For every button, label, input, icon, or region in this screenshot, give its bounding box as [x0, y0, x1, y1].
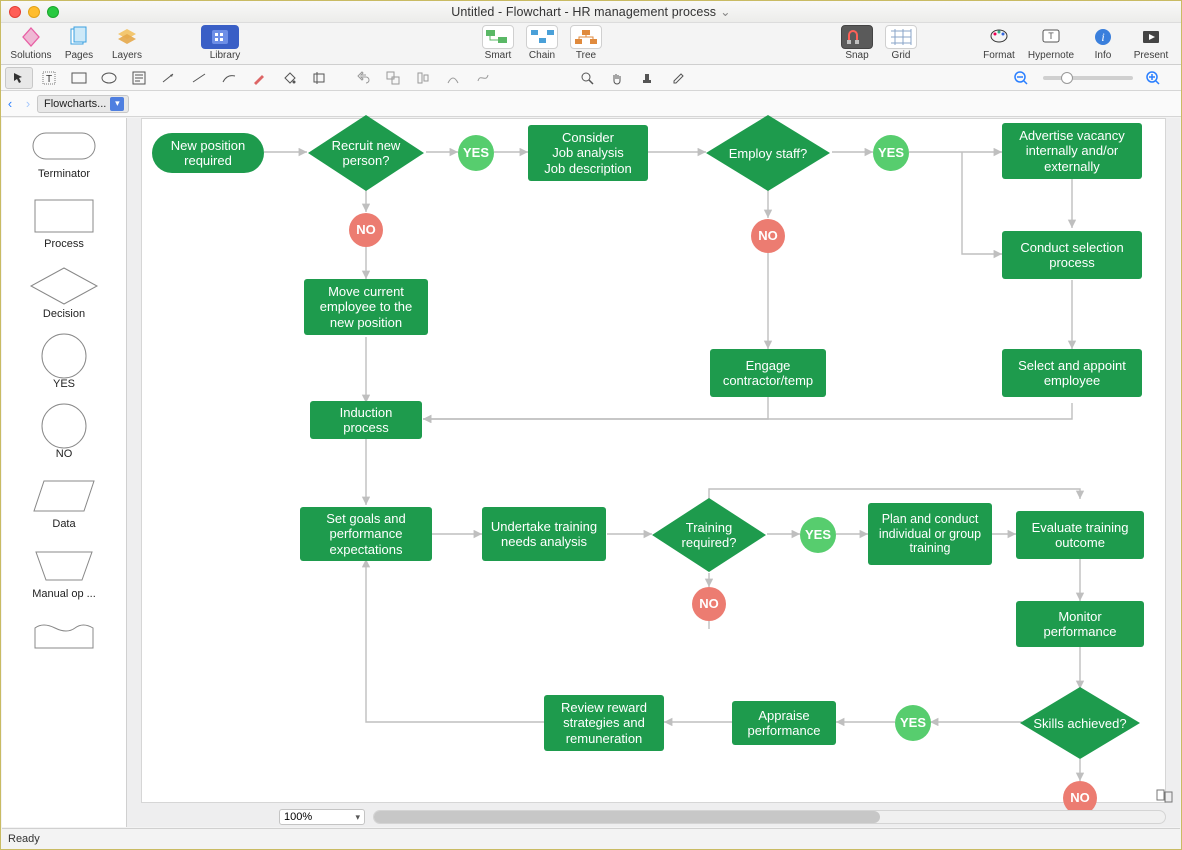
page-nav-icon[interactable]: [1156, 789, 1174, 803]
palette-terminator[interactable]: Terminator: [2, 124, 126, 180]
palette-process[interactable]: Process: [2, 194, 126, 250]
solutions-button[interactable]: Solutions: [7, 25, 55, 61]
undo-tool[interactable]: [349, 67, 377, 89]
node-no1[interactable]: NO: [349, 213, 383, 247]
svg-text:T: T: [1048, 31, 1054, 41]
crop-tool[interactable]: [305, 67, 333, 89]
ellipse-tool[interactable]: [95, 67, 123, 89]
library-picker-label: Flowcharts...: [44, 98, 106, 110]
canvas-area[interactable]: New position required Recruit new person…: [127, 118, 1180, 827]
node-appraise[interactable]: Appraise performance: [732, 701, 836, 745]
drawing-canvas[interactable]: New position required Recruit new person…: [141, 118, 1166, 803]
zoom-out-button[interactable]: [1007, 67, 1035, 89]
info-button[interactable]: iInfo: [1079, 25, 1127, 61]
node-select-appoint[interactable]: Select and appoint employee: [1002, 349, 1142, 397]
window-close-button[interactable]: [9, 6, 21, 18]
nav-back-button[interactable]: ‹: [1, 96, 19, 111]
stamp-tool[interactable]: [633, 67, 661, 89]
zoom-in-button[interactable]: [1139, 67, 1167, 89]
library-button[interactable]: Library: [201, 25, 249, 61]
nav-forward-button[interactable]: ›: [19, 96, 37, 111]
node-yes4[interactable]: YES: [895, 705, 931, 741]
align-tool[interactable]: [409, 67, 437, 89]
node-engage[interactable]: Engage contractor/temp: [710, 349, 826, 397]
pages-button[interactable]: Pages: [55, 25, 103, 61]
window-minimize-button[interactable]: [28, 6, 40, 18]
layers-button[interactable]: Layers: [103, 25, 151, 61]
palette-decision[interactable]: Decision: [2, 264, 126, 320]
svg-text:i: i: [1101, 30, 1104, 44]
node-recruit-new[interactable]: Recruit new person?: [306, 113, 426, 193]
library-picker[interactable]: Flowcharts... ▾: [37, 95, 129, 113]
node-yes2[interactable]: YES: [873, 135, 909, 171]
format-button[interactable]: Format: [975, 25, 1023, 61]
node-monitor[interactable]: Monitor performance: [1016, 601, 1144, 647]
node-no2[interactable]: NO: [751, 219, 785, 253]
smart-button[interactable]: Smart: [476, 25, 520, 61]
node-no3[interactable]: NO: [692, 587, 726, 621]
breadcrumb: ‹ › Flowcharts... ▾: [1, 91, 1181, 117]
grid-button[interactable]: Grid: [879, 25, 923, 61]
arrow-tool[interactable]: [155, 67, 183, 89]
node-employ-staff[interactable]: Employ staff?: [704, 113, 832, 193]
connector-tool[interactable]: [439, 67, 467, 89]
node-induction[interactable]: Induction process: [310, 401, 422, 439]
node-review-reward[interactable]: Review reward strategies and remuneratio…: [544, 695, 664, 751]
present-button[interactable]: Present: [1127, 25, 1175, 61]
node-conduct-selection[interactable]: Conduct selection process: [1002, 231, 1142, 279]
pen-tool[interactable]: [245, 67, 273, 89]
tree-button[interactable]: Tree: [564, 25, 608, 61]
palette-more[interactable]: [2, 614, 126, 658]
rect-tool[interactable]: [65, 67, 93, 89]
palette-manualop[interactable]: Manual op ...: [2, 544, 126, 600]
node-move-current[interactable]: Move current employee to the new positio…: [304, 279, 428, 335]
primary-toolbar: Solutions Pages Layers Library Smart Cha…: [1, 23, 1181, 65]
node-yes1[interactable]: YES: [458, 135, 494, 171]
group-tool[interactable]: [379, 67, 407, 89]
node-set-goals[interactable]: Set goals and performance expectations: [300, 507, 432, 561]
note-tool[interactable]: [125, 67, 153, 89]
node-skills-achieved[interactable]: Skills achieved?: [1018, 685, 1142, 761]
node-consider[interactable]: Consider Job analysis Job description: [528, 125, 648, 181]
shape-palette: Terminator Process Decision YES NO Data …: [2, 118, 127, 827]
zoom-dropdown[interactable]: 100%▾: [279, 809, 365, 825]
curve-tool[interactable]: [215, 67, 243, 89]
hypernote-button[interactable]: THypernote: [1023, 25, 1079, 61]
eyedropper-tool[interactable]: [663, 67, 691, 89]
node-plan-training[interactable]: Plan and conduct individual or group tra…: [868, 503, 992, 565]
horizontal-scrollbar[interactable]: [373, 810, 1166, 824]
pointer-tool[interactable]: [5, 67, 33, 89]
chevron-down-icon: ▾: [110, 97, 124, 111]
node-training-needs[interactable]: Undertake training needs analysis: [482, 507, 606, 561]
hand-tool[interactable]: [603, 67, 631, 89]
node-advertise[interactable]: Advertise vacancy internally and/or exte…: [1002, 123, 1142, 179]
line-tool[interactable]: [185, 67, 213, 89]
node-training-required[interactable]: Training required?: [650, 496, 768, 574]
palette-no[interactable]: NO: [2, 404, 126, 460]
snap-button[interactable]: Snap: [835, 25, 879, 61]
window-maximize-button[interactable]: [47, 6, 59, 18]
node-new-position[interactable]: New position required: [152, 133, 264, 173]
window-titlebar: Untitled - Flowchart - HR management pro…: [1, 1, 1181, 23]
svg-text:T: T: [46, 74, 52, 85]
secondary-toolbar: T: [1, 65, 1181, 91]
status-bar: Ready: [2, 828, 1180, 848]
window-title: Untitled - Flowchart - HR management pro…: [1, 1, 1181, 23]
palette-yes[interactable]: YES: [2, 334, 126, 390]
chain-button[interactable]: Chain: [520, 25, 564, 61]
zoom-tool[interactable]: [573, 67, 601, 89]
text-tool[interactable]: T: [35, 67, 63, 89]
zoom-slider[interactable]: [1043, 76, 1133, 80]
palette-data[interactable]: Data: [2, 474, 126, 530]
bucket-tool[interactable]: [275, 67, 303, 89]
node-yes3[interactable]: YES: [800, 517, 836, 553]
spline-tool[interactable]: [469, 67, 497, 89]
node-evaluate[interactable]: Evaluate training outcome: [1016, 511, 1144, 559]
